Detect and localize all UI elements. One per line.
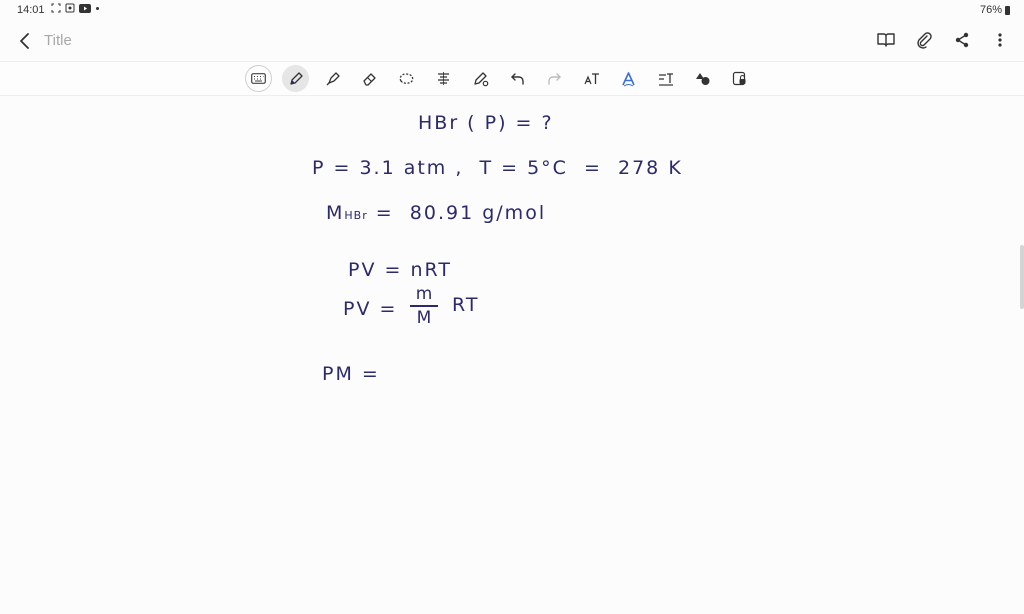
- undo-button[interactable]: [504, 65, 531, 92]
- handwritten-line-5-left: PV =: [343, 298, 398, 320]
- pen-tool[interactable]: [282, 65, 309, 92]
- redo-icon: [548, 72, 561, 85]
- title-bar: Title: [0, 22, 1024, 60]
- battery-icon: [1005, 5, 1010, 15]
- share-icon: [955, 32, 969, 48]
- keyboard-tool[interactable]: [245, 65, 272, 92]
- tool-list: [245, 65, 753, 92]
- keyboard-icon: [251, 73, 266, 84]
- attach-button[interactable]: [914, 30, 934, 50]
- text-convert-tool[interactable]: [652, 65, 679, 92]
- chevron-left-icon: [20, 33, 29, 49]
- lasso-tool[interactable]: [393, 65, 420, 92]
- book-view-button[interactable]: [876, 30, 896, 50]
- screenshot-icon: [51, 3, 61, 13]
- status-time: 14:01: [17, 4, 45, 16]
- handwritten-line-6: PM =: [322, 363, 380, 385]
- share-button[interactable]: [952, 30, 972, 50]
- scrollbar[interactable]: [1020, 245, 1024, 309]
- eraser-tool[interactable]: [356, 65, 383, 92]
- note-title[interactable]: Title: [44, 32, 72, 49]
- handwritten-line-5-right: RT: [452, 294, 480, 316]
- pen-settings-icon: [473, 71, 488, 86]
- top-actions: [876, 30, 1010, 50]
- molar-mass-symbol: M: [326, 202, 345, 224]
- note-canvas[interactable]: HBr ( P) = ? P = 3.1 atm , T = 5°C = 278…: [0, 95, 1024, 614]
- youtube-icon: [79, 3, 91, 13]
- text-tool[interactable]: [578, 65, 605, 92]
- more-options-button[interactable]: [990, 30, 1010, 50]
- handwriting-icon: [622, 71, 635, 86]
- attach-icon: [917, 32, 932, 49]
- scan-icon: [65, 3, 75, 13]
- more-icon: [998, 33, 1002, 47]
- molar-mass-value: = 80.91 g/mol: [367, 202, 547, 224]
- back-button[interactable]: [14, 30, 36, 52]
- lock-icon: [732, 71, 746, 86]
- fraction-bar: [410, 305, 438, 307]
- drawing-toolbar: [0, 61, 1024, 96]
- text-tool-icon: [583, 72, 599, 84]
- fraction-m-over-M: m M: [410, 285, 438, 327]
- shapes-icon: [695, 72, 709, 85]
- fraction-denominator: M: [416, 308, 432, 328]
- status-icons: [51, 3, 100, 13]
- eraser-icon: [362, 72, 376, 86]
- handwritten-line-2: P = 3.1 atm , T = 5°C = 278 K: [312, 157, 683, 179]
- status-bar: 14:01 76%: [0, 0, 1024, 20]
- book-icon: [877, 33, 895, 47]
- undo-icon: [511, 72, 524, 85]
- highlighter-icon: [326, 71, 340, 85]
- shapes-tool[interactable]: [689, 65, 716, 92]
- battery-status: 76%: [980, 4, 1010, 16]
- text-align-icon: [438, 72, 449, 85]
- lasso-icon: [399, 72, 414, 84]
- battery-level: 76%: [979, 4, 1002, 16]
- molar-mass-subscript: HBr: [344, 209, 368, 222]
- handwritten-line-1: HBr ( P) = ?: [418, 112, 554, 134]
- redo-button[interactable]: [541, 65, 568, 92]
- fraction-numerator: m: [415, 284, 433, 304]
- lock-tool[interactable]: [726, 65, 753, 92]
- dot-icon: [96, 6, 99, 10]
- pen-settings-tool[interactable]: [467, 65, 494, 92]
- highlighter-tool[interactable]: [319, 65, 346, 92]
- text-align-tool[interactable]: [430, 65, 457, 92]
- handwritten-line-3: MHBr = 80.91 g/mol: [326, 202, 546, 224]
- handwriting-tool[interactable]: [615, 65, 642, 92]
- text-convert-icon: [658, 72, 673, 86]
- handwritten-line-4: PV = nRT: [348, 259, 452, 281]
- pen-icon: [289, 71, 303, 85]
